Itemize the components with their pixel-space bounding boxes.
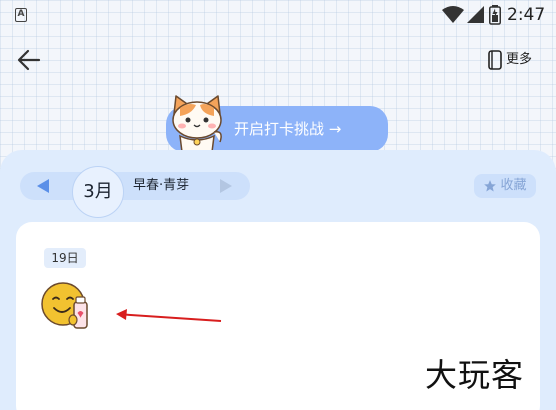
document-icon: [488, 50, 502, 70]
season-label: 早春·青芽: [133, 178, 190, 193]
month-badge[interactable]: 3月: [72, 166, 124, 218]
signal-icon: [467, 6, 484, 23]
day-chip: 19日: [44, 248, 86, 268]
app-notification-icon: A: [15, 8, 27, 22]
more-button[interactable]: 更多: [488, 49, 532, 71]
back-button[interactable]: [14, 46, 44, 74]
favorite-label: 收藏: [500, 178, 527, 193]
prev-month-button[interactable]: [36, 179, 50, 193]
status-time: 2:47: [507, 5, 546, 25]
favorite-button[interactable]: 收藏: [474, 174, 536, 198]
checkin-label: 开启打卡挑战 →: [234, 120, 342, 138]
star-icon: [484, 180, 497, 192]
cat-mascot-icon: [172, 95, 222, 152]
wifi-icon: [442, 6, 464, 23]
smiley-drink-sticker-icon[interactable]: [40, 280, 94, 334]
month-selector: 3月 早春·青芽: [20, 166, 250, 218]
battery-icon: [489, 5, 501, 25]
status-bar: A 2:47: [0, 0, 556, 30]
watermark: 大玩客: [425, 356, 525, 394]
day-label: 19日: [51, 251, 79, 265]
month-label: 3月: [83, 181, 113, 202]
next-month-button[interactable]: [219, 179, 233, 193]
more-label: 更多: [506, 52, 533, 67]
arrow-left-icon: [17, 49, 41, 71]
arrow-annotation: [116, 309, 222, 322]
